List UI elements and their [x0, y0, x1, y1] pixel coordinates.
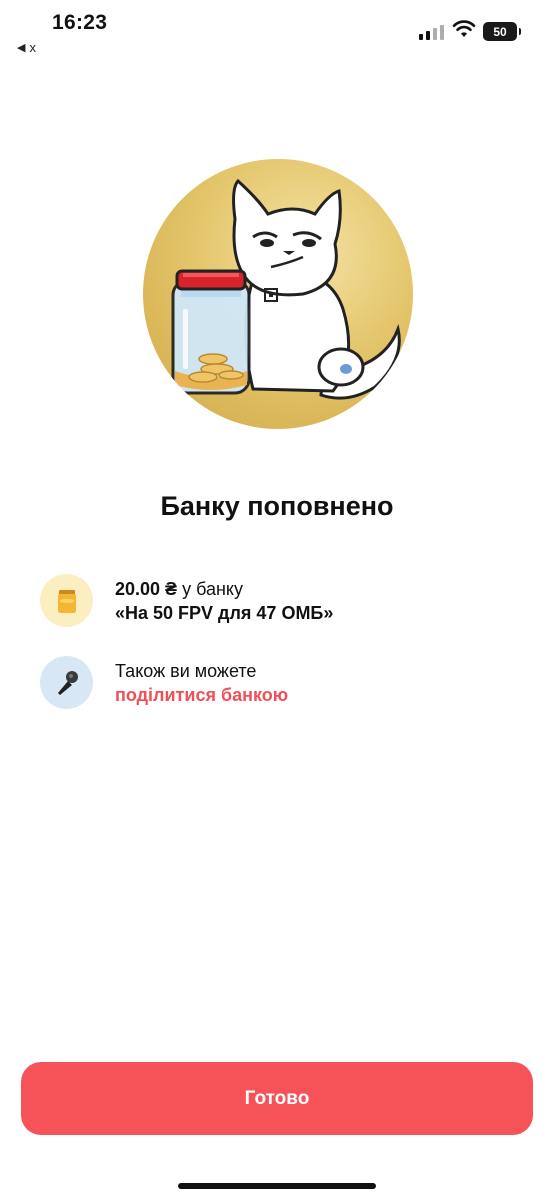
done-button[interactable]: Готово [21, 1062, 533, 1135]
status-bar: 16:23 ◀ x 50 [0, 0, 554, 60]
home-indicator [178, 1183, 376, 1189]
honey-jar-icon [40, 574, 93, 627]
share-jar-link[interactable]: поділитися банкою [115, 683, 288, 707]
share-text: Також ви можете [115, 660, 257, 681]
microphone-icon [40, 656, 93, 709]
wifi-icon [452, 20, 476, 37]
jar-info-row: 20.00 ₴ у банку «На 50 FPV для 47 ОМБ» [40, 574, 520, 627]
jar-name: «На 50 FPV для 47 ОМБ» [115, 602, 334, 623]
status-time: 16:23 [52, 11, 108, 34]
jar-amount-suffix: у банку [177, 578, 243, 599]
back-to-app-button[interactable]: ◀ x [17, 40, 36, 55]
battery-icon: 50 [483, 22, 521, 41]
page-title: Банку поповнено [160, 491, 394, 521]
back-app-label: x [29, 40, 36, 55]
battery-level: 50 [493, 24, 507, 39]
cat-with-coin-jar-icon [171, 178, 401, 400]
signal-icon [419, 24, 445, 40]
back-triangle-icon: ◀ [17, 42, 26, 54]
hero-illustration [143, 159, 413, 429]
share-row: Також ви можете поділитися банкою [40, 656, 520, 709]
jar-amount: 20.00 ₴ [115, 578, 178, 599]
